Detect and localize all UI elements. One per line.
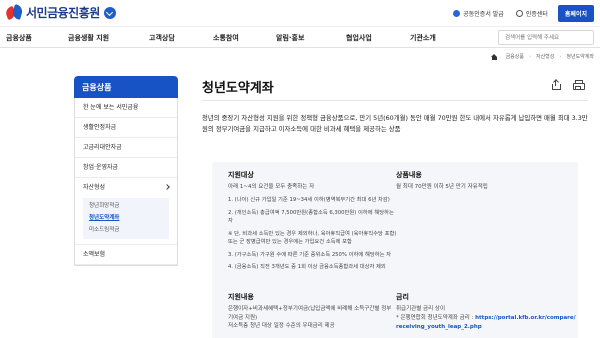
home-icon[interactable] — [490, 53, 498, 60]
gnb-item-life-support[interactable]: 금융생활 지원 — [68, 33, 109, 43]
gnb-item-cooperation[interactable]: 협업사업 — [346, 33, 372, 43]
top-links: 공동인증서 발급 인증센터 홈페이지 — [441, 5, 594, 22]
support-line-2: 저소득층 청년 대상 일정 수준의 우대금리 제공 — [228, 323, 335, 329]
gnb-item-consulting[interactable]: 고객상담 — [149, 33, 175, 43]
sidebar-item-living-fund[interactable]: 생활안정자금 — [75, 118, 177, 138]
condition-item: 3. (가구소득) 가구원 수에 따른 기준 중위소득 250% 이하에 해당하… — [228, 251, 391, 258]
sidebar-item-micro-insurance[interactable]: 소액보험 — [75, 245, 177, 265]
print-icon[interactable] — [573, 80, 585, 90]
interest-line-1: 취급기관별 금리 상이 — [396, 306, 446, 312]
product-content-text: 월 최대 70만원 이하 5년 만기 자유적립 — [396, 184, 488, 190]
product-intro: 청년의 중장기 자산형성 지원을 위한 정책형 금융상품으로, 만기 5년(60… — [202, 114, 588, 133]
certificate-link-label: 공동인증서 발급 — [463, 11, 504, 18]
share-icon[interactable] — [551, 79, 561, 90]
breadcrumb-item-current: 청년도약계좌 — [566, 54, 594, 60]
sidebar-submenu: 청년희망적금 청년도약계좌 미소드림적금 — [83, 198, 169, 239]
breadcrumb-separator-icon: › — [559, 53, 562, 60]
logo-dropdown-icon[interactable] — [103, 6, 116, 19]
eligibility-summary: 아래 1~4의 요건을 모두 충족하는 자 — [228, 184, 315, 190]
support-title: 지원내용 — [228, 293, 254, 301]
auth-center-link-label: 인증센터 — [525, 11, 548, 18]
eligibility-conditions: 1. (나이) 신규 가입일 기준 19~34세 이하(병역복무기간 최대 6년… — [228, 196, 398, 276]
sidebar-item-alternative-fund[interactable]: 고금리대안자금 — [75, 138, 177, 158]
sidebar-title: 금융상품 — [74, 76, 178, 98]
gnb-item-notice[interactable]: 알림·홍보 — [276, 33, 304, 43]
breadcrumb-separator-icon: › — [528, 53, 531, 60]
certificate-link[interactable]: 공동인증서 발급 — [453, 9, 504, 18]
sidebar-subitem-miso-dream[interactable]: 미소드림적금 — [83, 224, 169, 236]
support-line-1: 은행이자+비과세혜택+정부기여금(납입금액에 비례해 소득구간별 정부기여금 지… — [228, 306, 392, 321]
interest-title: 금리 — [396, 293, 409, 301]
condition-item: 2. (개인소득) 총급여액 7,500만원(종합소득 6,300만원) 이하에… — [228, 209, 394, 225]
title-divider — [202, 100, 588, 101]
condition-item: 1. (나이) 신규 가입일 기준 19~34세 이하(병역복무기간 최대 6년… — [228, 197, 390, 203]
sidebar-group-asset: 자산형성 청년희망적금 청년도약계좌 미소드림적금 — [75, 178, 177, 245]
sidebar-subitem-youth-leap[interactable]: 청년도약계좌 — [83, 212, 169, 224]
gnb-item-communication[interactable]: 소통참여 — [213, 33, 239, 43]
eligibility-title: 지원대상 — [228, 171, 254, 179]
auth-center-link[interactable]: 인증센터 — [515, 9, 548, 18]
sidebar-menu: 한 눈에 보는 서민금융 생활안정자금 고금리대안자금 창업·운영자금 자산형성… — [74, 98, 178, 266]
sidebar-item-startup-fund[interactable]: 창업·운영자금 — [75, 158, 177, 178]
search-input[interactable] — [498, 30, 594, 45]
sidebar: 금융상품 한 눈에 보는 서민금융 생활안정자금 고금리대안자금 창업·운영자금… — [74, 76, 178, 266]
sidebar-item-asset[interactable]: 자산형성 — [75, 178, 177, 198]
breadcrumb: 금융상품 › 자산형성 › 청년도약계좌 — [490, 53, 594, 60]
gnb-item-about[interactable]: 기관소개 — [410, 33, 436, 43]
logo-mark-icon — [4, 3, 24, 21]
site-logo[interactable]: 서민금융진흥원 — [4, 3, 116, 21]
interest-link-prefix: * 은행연합회 청년도약계좌 금리 : — [396, 315, 474, 321]
sidebar-subitem-youth-hope[interactable]: 청년희망적금 — [83, 200, 169, 212]
breadcrumb-item-asset[interactable]: 자산형성 — [536, 53, 554, 60]
main-navigation: 금융상품 금융생활 지원 고객상담 소통참여 알림·홍보 협업사업 기관소개 — [0, 26, 600, 48]
gnb-item-products[interactable]: 금융상품 — [6, 33, 32, 43]
top-bar: 서민금융진흥원 공동인증서 발급 인증센터 홈페이지 — [0, 0, 600, 26]
homepage-button[interactable]: 홈페이지 — [557, 5, 594, 22]
logo-text: 서민금융진흥원 — [26, 6, 100, 20]
sidebar-item-asset-label: 자산형성 — [83, 184, 106, 191]
chevron-right-icon — [164, 184, 170, 190]
sidebar-item-overview[interactable]: 한 눈에 보는 서민금융 — [75, 98, 177, 118]
breadcrumb-item-products[interactable]: 금융상품 — [506, 53, 524, 60]
condition-item: ※ 단, 비과세 소득만 있는 경우 제외하나, 육아휴직급여 (육아휴직수당 … — [228, 230, 397, 246]
auth-center-icon — [515, 10, 523, 17]
product-content-title: 상품내용 — [396, 171, 422, 179]
interest-line-2: * 은행연합회 청년도약계좌 금리 : https://portal.kfb.o… — [396, 314, 576, 331]
condition-item: 4. (금융소득) 직전 3개년도 중 1회 이상 금융소득종합과세 대상자 제… — [228, 264, 386, 270]
certificate-icon — [453, 10, 461, 17]
page-title: 청년도약계좌 — [202, 81, 274, 96]
